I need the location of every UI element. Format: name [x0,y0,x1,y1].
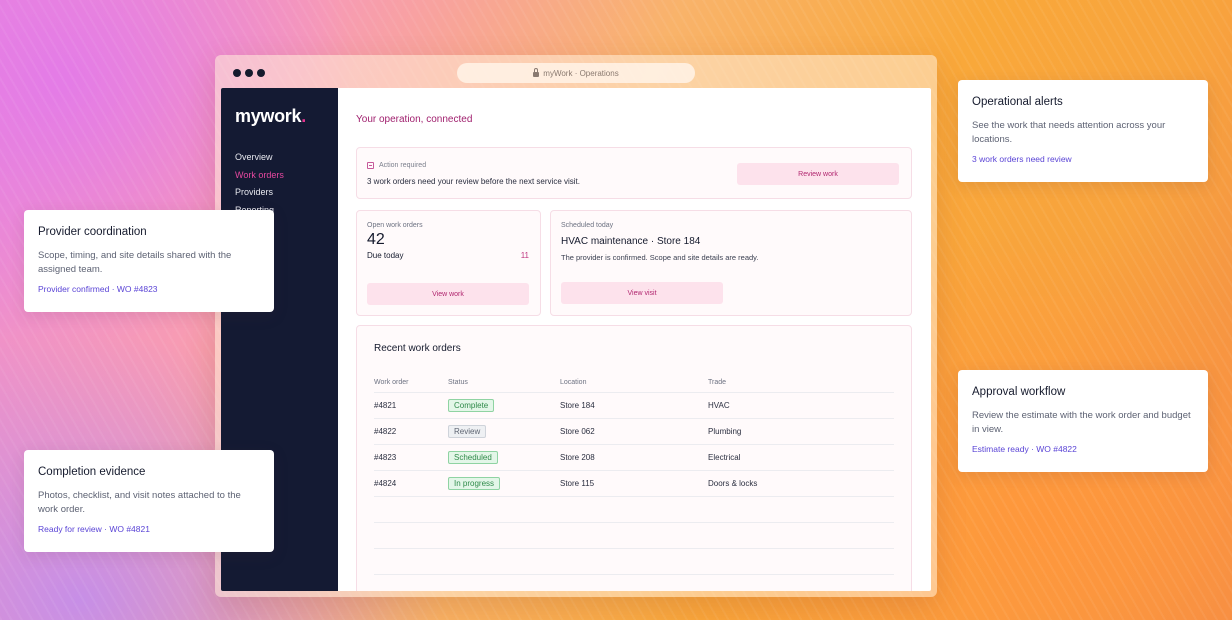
card-description: Photos, checklist, and visit notes attac… [38,490,241,515]
status-badge: Review [448,425,487,438]
card-title: Completion evidence [38,466,146,478]
table-row[interactable]: #4824 In progress Store 115 Doors & lock… [374,471,894,497]
work-orders-table: Work order Status Location Trade #4821 C… [374,373,894,575]
scheduled-title: HVAC maintenance · Store 184 [561,236,701,247]
view-visit-button[interactable]: View visit [561,282,723,304]
status-badge: Complete [448,399,495,412]
order-id: #4822 [374,427,397,436]
empty-row [374,497,894,523]
sidebar-item-overview[interactable]: Overview [235,149,338,167]
card-title: Operational alerts [972,96,1063,108]
table-row[interactable]: #4823 Scheduled Store 208 Electrical [374,445,894,471]
window-dot[interactable] [257,69,265,77]
card-link[interactable]: Provider confirmed · WO #4823 [38,284,260,294]
sidebar-item-work-orders[interactable]: Work orders [235,167,338,185]
status-badge: In progress [448,477,501,490]
action-required-card: Action required 3 work orders need your … [356,147,912,199]
order-id: #4824 [374,479,397,488]
logo-dot: . [301,106,306,126]
column-header[interactable]: Work order [374,379,448,386]
due-today-label: Due today [367,251,404,260]
card-link[interactable]: 3 work orders need review [972,154,1194,164]
order-id: #4821 [374,401,397,410]
completion-evidence-card: Completion evidence Photos, checklist, a… [24,450,274,552]
scheduled-today-card: Scheduled today HVAC maintenance · Store… [550,210,912,316]
recent-title: Recent work orders [374,343,461,354]
page-title: Your operation, connected [356,114,473,125]
card-description: Scope, timing, and site details shared w… [38,250,232,275]
view-work-button[interactable]: View work [367,283,529,305]
empty-row [374,523,894,549]
alert-label: Action required [367,162,426,169]
trade-cell: HVAC [708,401,730,410]
operational-alerts-card: Operational alerts See the work that nee… [958,80,1208,182]
due-today-count: 11 [520,251,529,260]
window-dot[interactable] [233,69,241,77]
card-link[interactable]: Ready for review · WO #4821 [38,524,260,534]
card-description: Review the estimate with the work order … [972,410,1191,435]
table-row[interactable]: #4822 Review Store 062 Plumbing [374,419,894,445]
app-frame: mywork. Overview Work orders Providers R… [221,88,931,591]
main-content: Your operation, connected Action require… [338,88,931,591]
open-orders-label: Open work orders [367,222,423,229]
approval-workflow-card: Approval workflow Review the estimate wi… [958,370,1208,472]
address-text: myWork · Operations [543,68,619,78]
table-row[interactable]: #4821 Complete Store 184 HVAC [374,393,894,419]
address-bar[interactable]: myWork · Operations [457,63,695,83]
provider-coordination-card: Provider coordination Scope, timing, and… [24,210,274,312]
window-dot[interactable] [245,69,253,77]
sidebar-item-providers[interactable]: Providers [235,184,338,202]
trade-cell: Plumbing [708,427,742,436]
location-cell: Store 115 [560,479,595,488]
location-cell: Store 208 [560,453,595,462]
status-badge: Scheduled [448,451,498,464]
alert-message: 3 work orders need your review before th… [367,177,580,186]
card-description: See the work that needs attention across… [972,120,1166,145]
column-header[interactable]: Trade [708,379,894,386]
scheduled-label: Scheduled today [561,222,614,229]
scheduled-description: The provider is confirmed. Scope and sit… [561,253,759,262]
location-cell: Store 062 [560,427,595,436]
app-logo[interactable]: mywork. [235,106,338,127]
review-work-button[interactable]: Review work [737,163,899,185]
card-link[interactable]: Estimate ready · WO #4822 [972,444,1194,454]
sidebar-nav: Overview Work orders Providers Reporting [235,149,338,219]
open-work-orders-card: Open work orders 42 Due today 11 View wo… [356,210,541,316]
table-header: Work order Status Location Trade [374,373,894,393]
trade-cell: Doors & locks [708,479,758,488]
column-header[interactable]: Location [560,379,708,386]
card-title: Provider coordination [38,226,147,238]
alert-label-text: Action required [379,162,427,169]
card-title: Approval workflow [972,386,1066,398]
trade-cell: Electrical [708,453,741,462]
empty-row [374,549,894,575]
recent-work-orders-card: Recent work orders Work order Status Loc… [356,325,912,591]
browser-window: myWork · Operations mywork. Overview Wor… [215,55,937,597]
logo-text: mywork [235,106,302,126]
window-controls [233,69,265,77]
alert-icon [367,162,374,169]
lock-icon [533,67,540,77]
order-id: #4823 [374,453,397,462]
location-cell: Store 184 [560,401,595,410]
column-header[interactable]: Status [448,379,560,386]
open-orders-count: 42 [367,231,385,248]
